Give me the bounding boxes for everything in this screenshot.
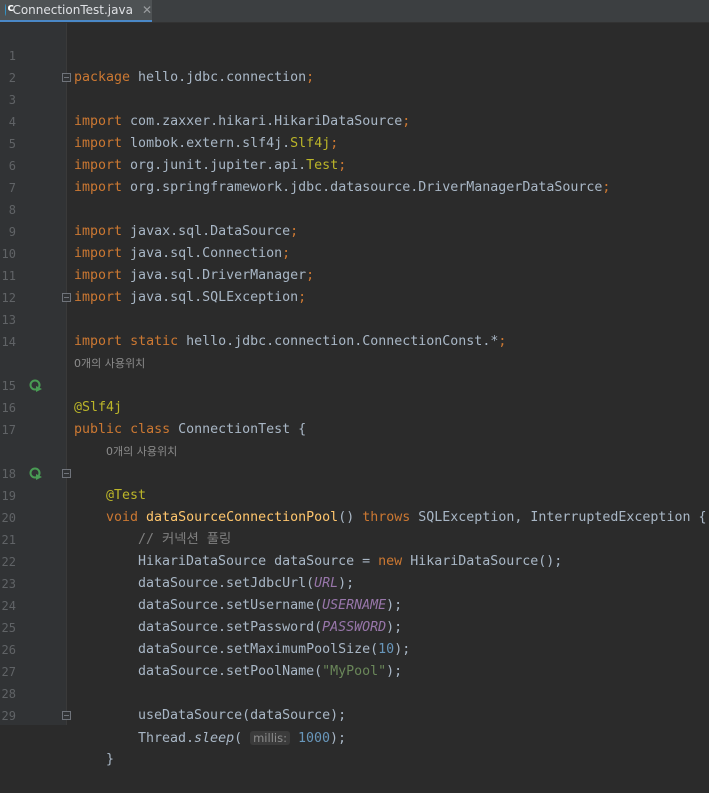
- code-line: 15 @Slf4j: [0, 353, 709, 415]
- code-line: 19 void dataSourceConnectionPool() throw…: [0, 463, 709, 525]
- tab-label: ConnectionTest.java: [12, 3, 133, 17]
- code-line: 7: [0, 155, 709, 195]
- code-line: 5 import org.junit.jupiter.api.Test;: [0, 111, 709, 173]
- code-editor[interactable]: 1 package hello.jdbc.connection; 2 3 imp…: [0, 23, 709, 767]
- code-line: 9 import java.sql.Connection;: [0, 199, 709, 261]
- fold-imports-end-icon[interactable]: [62, 293, 71, 302]
- code-line: 26 dataSource.setPoolName("MyPool");: [0, 617, 709, 679]
- close-icon[interactable]: ✕: [142, 3, 152, 17]
- code-line: 14: [0, 309, 709, 349]
- code-line: 17: [0, 397, 709, 437]
- usage-hint-line: 0개의 사용위치: [0, 419, 709, 458]
- java-class-icon: [5, 1, 18, 16]
- code-line: 23 dataSource.setUsername(USERNAME);: [0, 551, 709, 613]
- parameter-hint: millis:: [250, 731, 290, 745]
- code-line: 28 useDataSource(dataSource);: [0, 661, 709, 723]
- code-line: 3 import com.zaxxer.hikari.HikariDataSou…: [0, 67, 709, 129]
- code-line: 11 import java.sql.SQLException;: [0, 243, 709, 305]
- code-line: 10 import java.sql.DriverManager;: [0, 221, 709, 283]
- code-line: }: [106, 752, 115, 767]
- tab-connection-test[interactable]: ConnectionTest.java ✕: [0, 0, 152, 22]
- code-line: 21 HikariDataSource dataSource = new Hik…: [0, 507, 709, 569]
- code-line: 4 import lombok.extern.slf4j.Slf4j;: [0, 89, 709, 151]
- fold-method-icon[interactable]: [62, 469, 71, 478]
- fold-imports-icon[interactable]: [62, 73, 71, 82]
- run-test-class-icon[interactable]: [29, 379, 43, 393]
- fold-method-end-icon[interactable]: [62, 711, 71, 720]
- editor-tab-bar: ConnectionTest.java ✕: [0, 0, 709, 23]
- code-line: 18 @Test: [0, 441, 709, 503]
- code-line: 22 dataSource.setJdbcUrl(URL);: [0, 529, 709, 591]
- code-line: 8 import javax.sql.DataSource;: [0, 177, 709, 239]
- code-line: 13 import static hello.jdbc.connection.C…: [0, 287, 709, 349]
- code-line: 12: [0, 265, 709, 305]
- code-line: 27: [0, 639, 709, 679]
- code-line: 6 import org.springframework.jdbc.dataso…: [0, 133, 709, 195]
- code-line: 25 dataSource.setMaximumPoolSize(10);: [0, 595, 709, 657]
- code-line: 20 // 커넥션 풀링: [0, 485, 709, 547]
- code-line: 29 Thread.sleep( millis: 1000);: [0, 683, 709, 746]
- code-line: 1 package hello.jdbc.connection;: [0, 23, 709, 85]
- code-line: 16 public class ConnectionTest {: [0, 375, 709, 437]
- code-line: 24 dataSource.setPassword(PASSWORD);: [0, 573, 709, 635]
- usage-hint-line: 0개의 사용위치: [0, 331, 709, 370]
- run-test-method-icon[interactable]: [29, 467, 43, 481]
- code-line: 2: [0, 45, 709, 85]
